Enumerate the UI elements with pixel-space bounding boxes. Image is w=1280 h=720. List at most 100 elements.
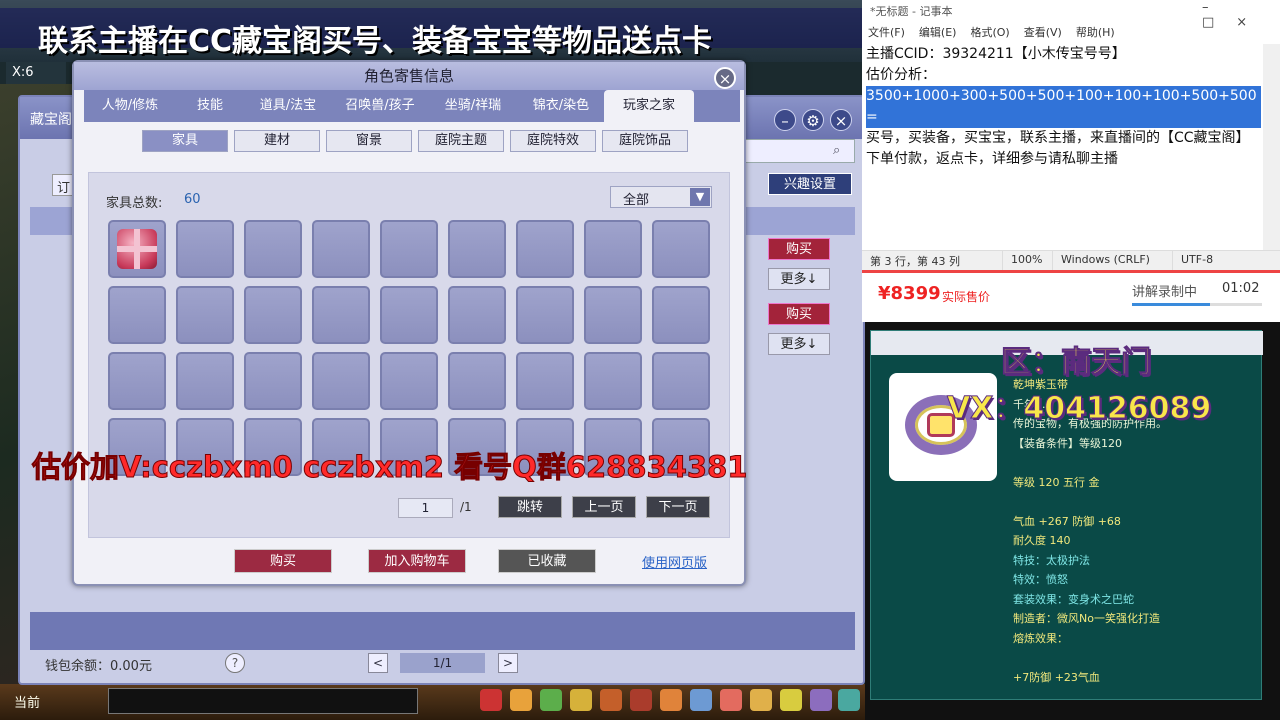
search-icon[interactable]: ⌕ (833, 143, 840, 158)
tab-summons[interactable]: 召唤兽/孩子 (332, 90, 428, 122)
page-input[interactable]: 1 (398, 498, 453, 518)
furniture-slot[interactable] (176, 352, 234, 410)
filter-select[interactable]: 全部 ▼ (610, 186, 712, 208)
subtab-yard-effect[interactable]: 庭院特效 (510, 130, 596, 152)
notepad-line-1: 主播CCID：39324211【小木传宝号号】 (866, 46, 1126, 62)
favorited-button[interactable]: 已收藏 (498, 549, 596, 573)
furniture-slot[interactable] (516, 220, 574, 278)
furniture-slot[interactable] (380, 220, 438, 278)
interest-settings-button[interactable]: 兴趣设置 (768, 173, 852, 195)
furniture-slot[interactable] (176, 220, 234, 278)
menu-view[interactable]: 查看(V) (1024, 24, 1062, 40)
row2-more-button[interactable]: 更多↓ (768, 333, 830, 355)
page-next-button[interactable]: > (498, 653, 518, 673)
toolbar-icon-10[interactable] (750, 689, 772, 711)
toolbar-icon-8[interactable] (690, 689, 712, 711)
toolbar-icon-4[interactable] (570, 689, 592, 711)
furniture-slot[interactable] (448, 220, 506, 278)
row2-buy-button[interactable]: 购买 (768, 303, 830, 325)
prev-page-button[interactable]: 上一页 (572, 496, 636, 518)
furniture-slot[interactable] (244, 220, 302, 278)
dialog-close-icon[interactable]: × (714, 67, 736, 89)
furniture-slot[interactable] (584, 220, 642, 278)
furniture-slot[interactable] (516, 352, 574, 410)
toolbar-icon-3[interactable] (540, 689, 562, 711)
furniture-slot[interactable] (448, 352, 506, 410)
furniture-slot[interactable] (380, 286, 438, 344)
furniture-slot[interactable] (652, 352, 710, 410)
furniture-slot[interactable] (244, 286, 302, 344)
menu-file[interactable]: 文件(F) (868, 24, 905, 40)
row1-more-button[interactable]: 更多↓ (768, 268, 830, 290)
tab-items[interactable]: 道具/法宝 (244, 90, 332, 122)
row1-buy-button[interactable]: 购买 (768, 238, 830, 260)
furniture-total-label: 家具总数: (106, 196, 163, 211)
subtab-window[interactable]: 窗景 (326, 130, 412, 152)
toolbar-icon-11[interactable] (780, 689, 802, 711)
gift-box-icon (117, 229, 157, 269)
minimize-icon[interactable]: – (774, 109, 796, 131)
subtab-furniture[interactable]: 家具 (142, 130, 228, 152)
toolbar-icon-2[interactable] (510, 689, 532, 711)
notepad-menu: 文件(F) 编辑(E) 格式(O) 查看(V) 帮助(H) (862, 22, 1280, 42)
jump-button[interactable]: 跳转 (498, 496, 562, 518)
next-page-button[interactable]: 下一页 (646, 496, 710, 518)
furniture-slot[interactable] (448, 286, 506, 344)
furniture-slot[interactable] (244, 352, 302, 410)
status-position: 第 3 行，第 43 列 (870, 255, 960, 268)
furniture-slot[interactable] (516, 286, 574, 344)
item-maker: 制造者：微风No一笑强化打造 (1013, 612, 1160, 625)
furniture-slot[interactable] (312, 286, 370, 344)
furniture-slot[interactable] (108, 220, 166, 278)
furniture-slot[interactable] (176, 286, 234, 344)
subtab-yard-decor[interactable]: 庭院饰品 (602, 130, 688, 152)
tab-player-home[interactable]: 玩家之家 (604, 90, 694, 122)
tab-character[interactable]: 人物/修炼 (84, 90, 176, 122)
furniture-slot[interactable] (380, 352, 438, 410)
toolbar-icon-9[interactable] (720, 689, 742, 711)
item-skill: 特技：太极护法 (1013, 553, 1090, 567)
toolbar-icon-13[interactable] (838, 689, 860, 711)
furniture-slot[interactable] (312, 352, 370, 410)
chat-channel[interactable]: 当前 (14, 692, 40, 711)
furniture-slot[interactable] (108, 286, 166, 344)
notepad-text[interactable]: 主播CCID：39324211【小木传宝号号】 估价分析： 3500+1000+… (866, 44, 1261, 170)
furniture-slot[interactable] (652, 286, 710, 344)
furniture-slot[interactable] (584, 352, 642, 410)
settings-icon[interactable]: ⚙ (802, 109, 824, 131)
toolbar-icon-7[interactable] (660, 689, 682, 711)
page-prev-button[interactable]: < (368, 653, 388, 673)
recording-time: 01:02 (1222, 281, 1260, 296)
furniture-slot[interactable] (652, 220, 710, 278)
furniture-slot[interactable] (584, 286, 642, 344)
furniture-slot[interactable] (108, 352, 166, 410)
toolbar-icon-6[interactable] (630, 689, 652, 711)
furniture-slot[interactable] (312, 220, 370, 278)
chevron-down-icon[interactable]: ▼ (690, 188, 710, 206)
notepad-scrollbar[interactable] (1263, 44, 1280, 250)
menu-edit[interactable]: 编辑(E) (919, 24, 957, 40)
menu-help[interactable]: 帮助(H) (1076, 24, 1115, 40)
status-zoom: 100% (1002, 251, 1052, 270)
game-bottom-bar: 当前 (0, 684, 865, 720)
subtab-materials[interactable]: 建材 (234, 130, 320, 152)
menu-format[interactable]: 格式(O) (970, 24, 1009, 40)
toolbar-icon-12[interactable] (810, 689, 832, 711)
tab-mounts[interactable]: 坐骑/祥瑞 (428, 90, 518, 122)
tab-skills[interactable]: 技能 (176, 90, 244, 122)
notepad-line-4: 买号，买装备，买宝宝，联系主播，来直播间的【CC藏宝阁】下单付款，返点卡，详细参… (866, 130, 1250, 167)
add-to-cart-button[interactable]: 加入购物车 (368, 549, 466, 573)
buy-button[interactable]: 购买 (234, 549, 332, 573)
close-icon[interactable]: × (830, 109, 852, 131)
tab-outfits[interactable]: 锦衣/染色 (518, 90, 604, 122)
subtab-yard-theme[interactable]: 庭院主题 (418, 130, 504, 152)
notepad-line-3: 3500+1000+300+500+500+100+100+100+500+50… (866, 86, 1261, 128)
list-footer (30, 612, 855, 650)
item-requirement: 【装备条件】等级120 (1013, 436, 1122, 450)
chat-input[interactable] (108, 688, 418, 714)
web-version-link[interactable]: 使用网页版 (642, 552, 707, 571)
toolbar-icon-5[interactable] (600, 689, 622, 711)
stream-banner: 联系主播在CC藏宝阁买号、装备宝宝等物品送点卡 (0, 8, 865, 59)
help-icon[interactable]: ? (225, 653, 245, 673)
toolbar-icon-1[interactable] (480, 689, 502, 711)
